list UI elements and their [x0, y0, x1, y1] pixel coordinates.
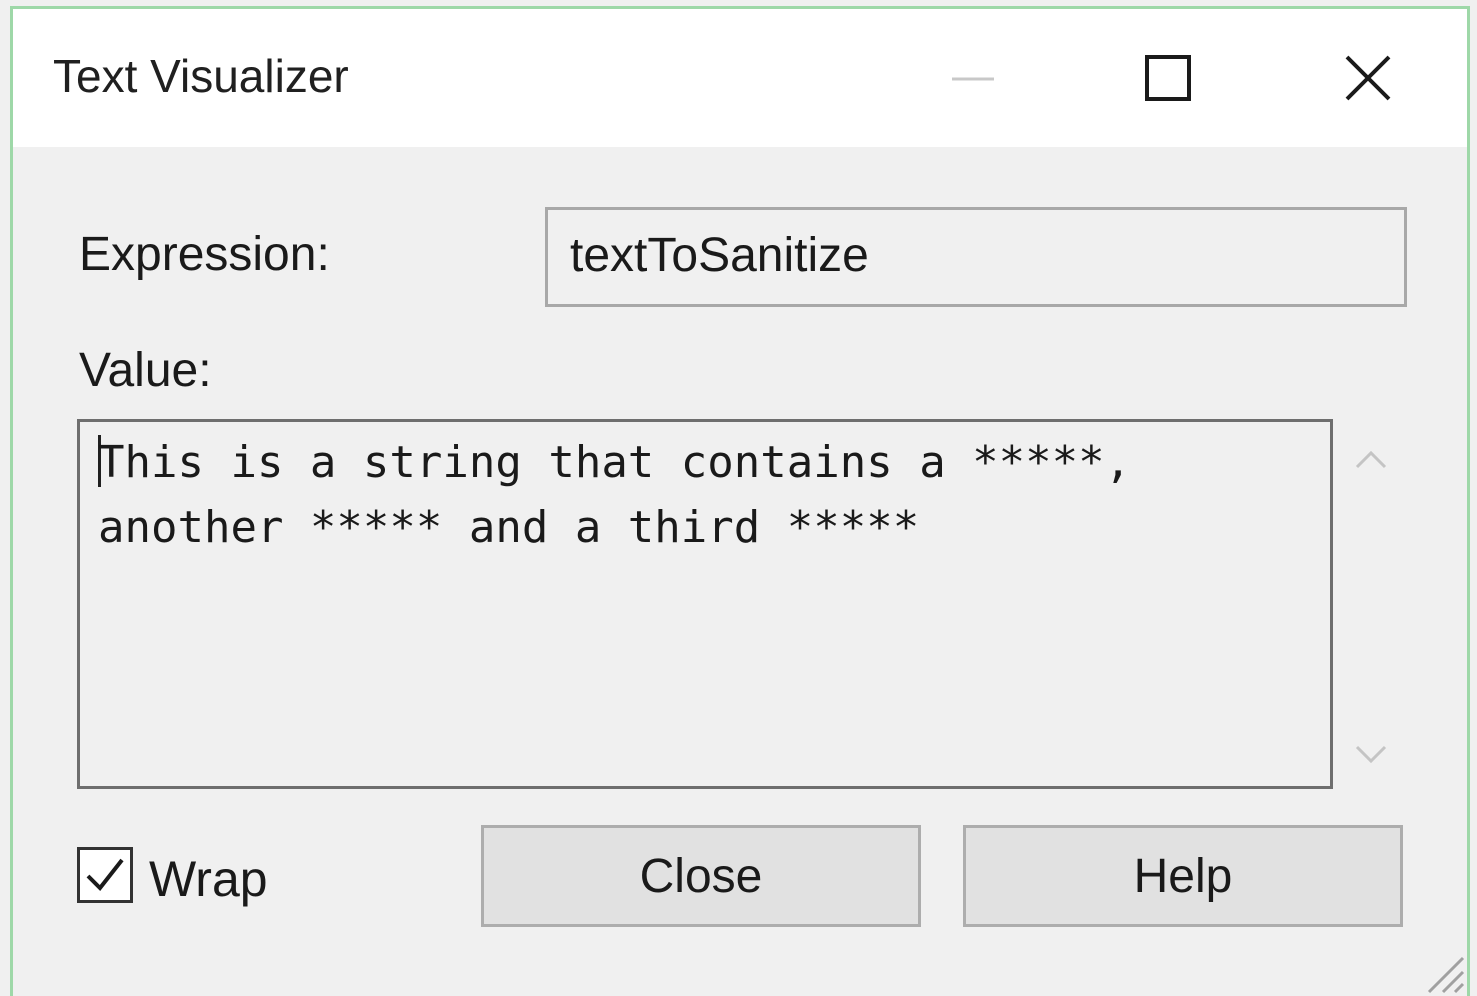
text-visualizer-window: Text Visualizer Expression: textToSaniti…	[10, 6, 1470, 996]
value-text: This is a string that contains a *****, …	[98, 437, 1158, 553]
close-icon	[1345, 55, 1391, 101]
value-text-area[interactable]: This is a string that contains a *****, …	[77, 419, 1333, 789]
expression-label: Expression:	[79, 228, 330, 281]
chevron-down-icon	[1355, 745, 1387, 764]
scroll-down-button[interactable]	[1349, 731, 1393, 775]
resize-grip-icon	[1427, 956, 1465, 994]
window-title: Text Visualizer	[53, 50, 349, 102]
minimize-button[interactable]	[918, 39, 1028, 129]
value-label: Value:	[79, 344, 212, 397]
title-bar[interactable]: Text Visualizer	[13, 9, 1467, 147]
minimize-icon	[952, 77, 994, 81]
checkmark-icon	[86, 858, 124, 892]
help-button[interactable]: Help	[963, 825, 1403, 927]
chevron-up-icon	[1355, 450, 1387, 469]
maximize-icon	[1145, 55, 1191, 101]
resize-grip[interactable]	[1407, 936, 1467, 996]
close-button[interactable]: Close	[481, 825, 921, 927]
scroll-up-button[interactable]	[1349, 439, 1393, 483]
close-window-button[interactable]	[1313, 39, 1423, 129]
expression-field[interactable]: textToSanitize	[545, 207, 1407, 307]
maximize-button[interactable]	[1113, 39, 1223, 129]
wrap-label[interactable]: Wrap	[149, 854, 268, 904]
wrap-checkbox[interactable]	[77, 847, 133, 903]
